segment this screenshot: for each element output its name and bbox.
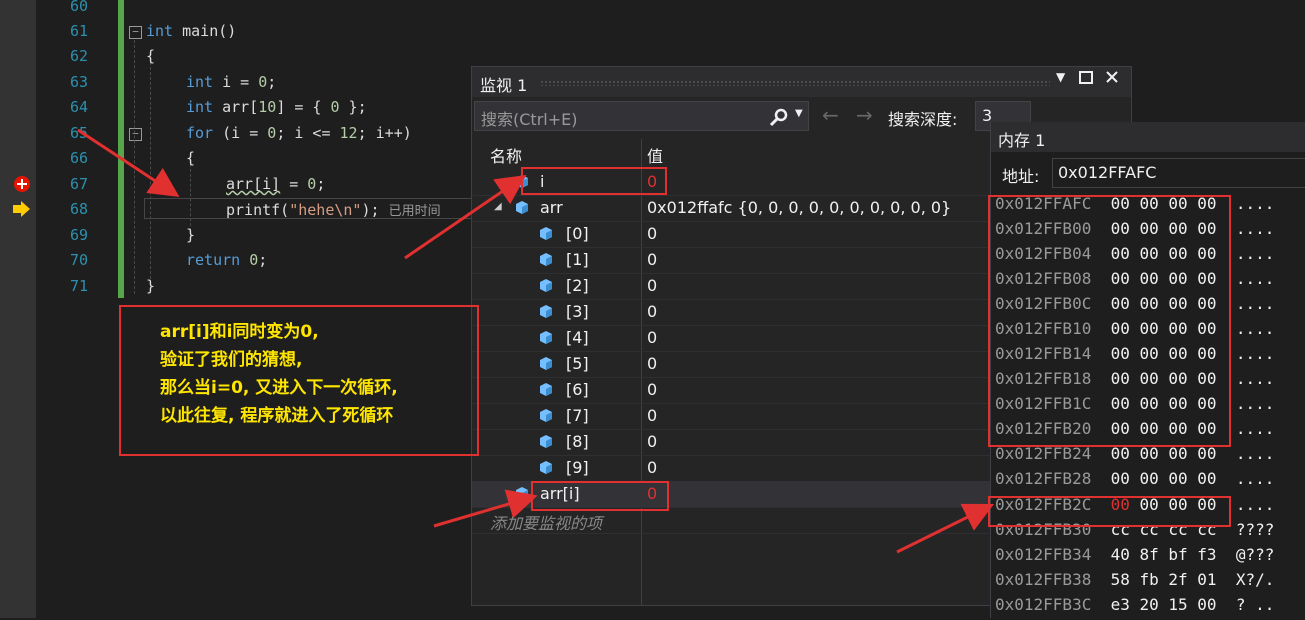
annotation-arrows [77, 128, 995, 554]
arrow-to-memory-i [896, 503, 995, 554]
arrow-to-watch-arr-i [433, 489, 538, 528]
arrow-to-code-line [77, 128, 180, 197]
arrow-to-watch-i [404, 174, 527, 260]
